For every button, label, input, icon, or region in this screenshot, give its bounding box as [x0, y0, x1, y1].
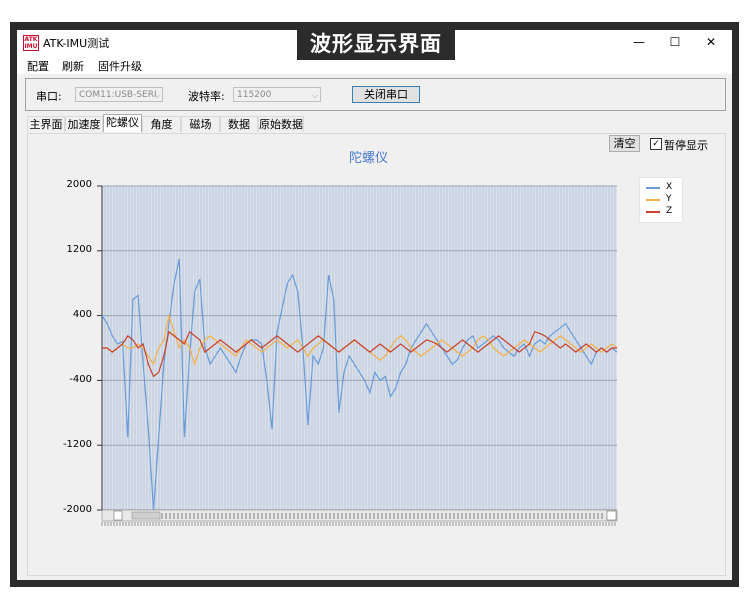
- chart-grid: [97, 185, 617, 511]
- scrollbar-thumb: [131, 511, 161, 520]
- legend-swatch-z: [646, 211, 660, 213]
- banner-title: 波形显示界面: [297, 28, 455, 60]
- legend-swatch-y: [646, 199, 660, 201]
- scrollbar-left-button: [113, 510, 123, 521]
- app-window: ATK IMU ATK-IMU测试 — ☐ ✕ 配置 刷新 固件升级 串口: CO…: [17, 30, 732, 580]
- legend-label-z: Z: [666, 206, 673, 216]
- legend-label-y: Y: [666, 194, 672, 204]
- chart-legend: X Y Z: [639, 177, 683, 223]
- legend-label-x: X: [666, 182, 673, 192]
- chart-scrollbar: [101, 509, 618, 526]
- scrollbar-right-button: [606, 510, 617, 521]
- gyroscope-chart: [97, 185, 618, 526]
- scrollbar-track: [101, 509, 618, 522]
- legend-swatch-x: [646, 187, 660, 189]
